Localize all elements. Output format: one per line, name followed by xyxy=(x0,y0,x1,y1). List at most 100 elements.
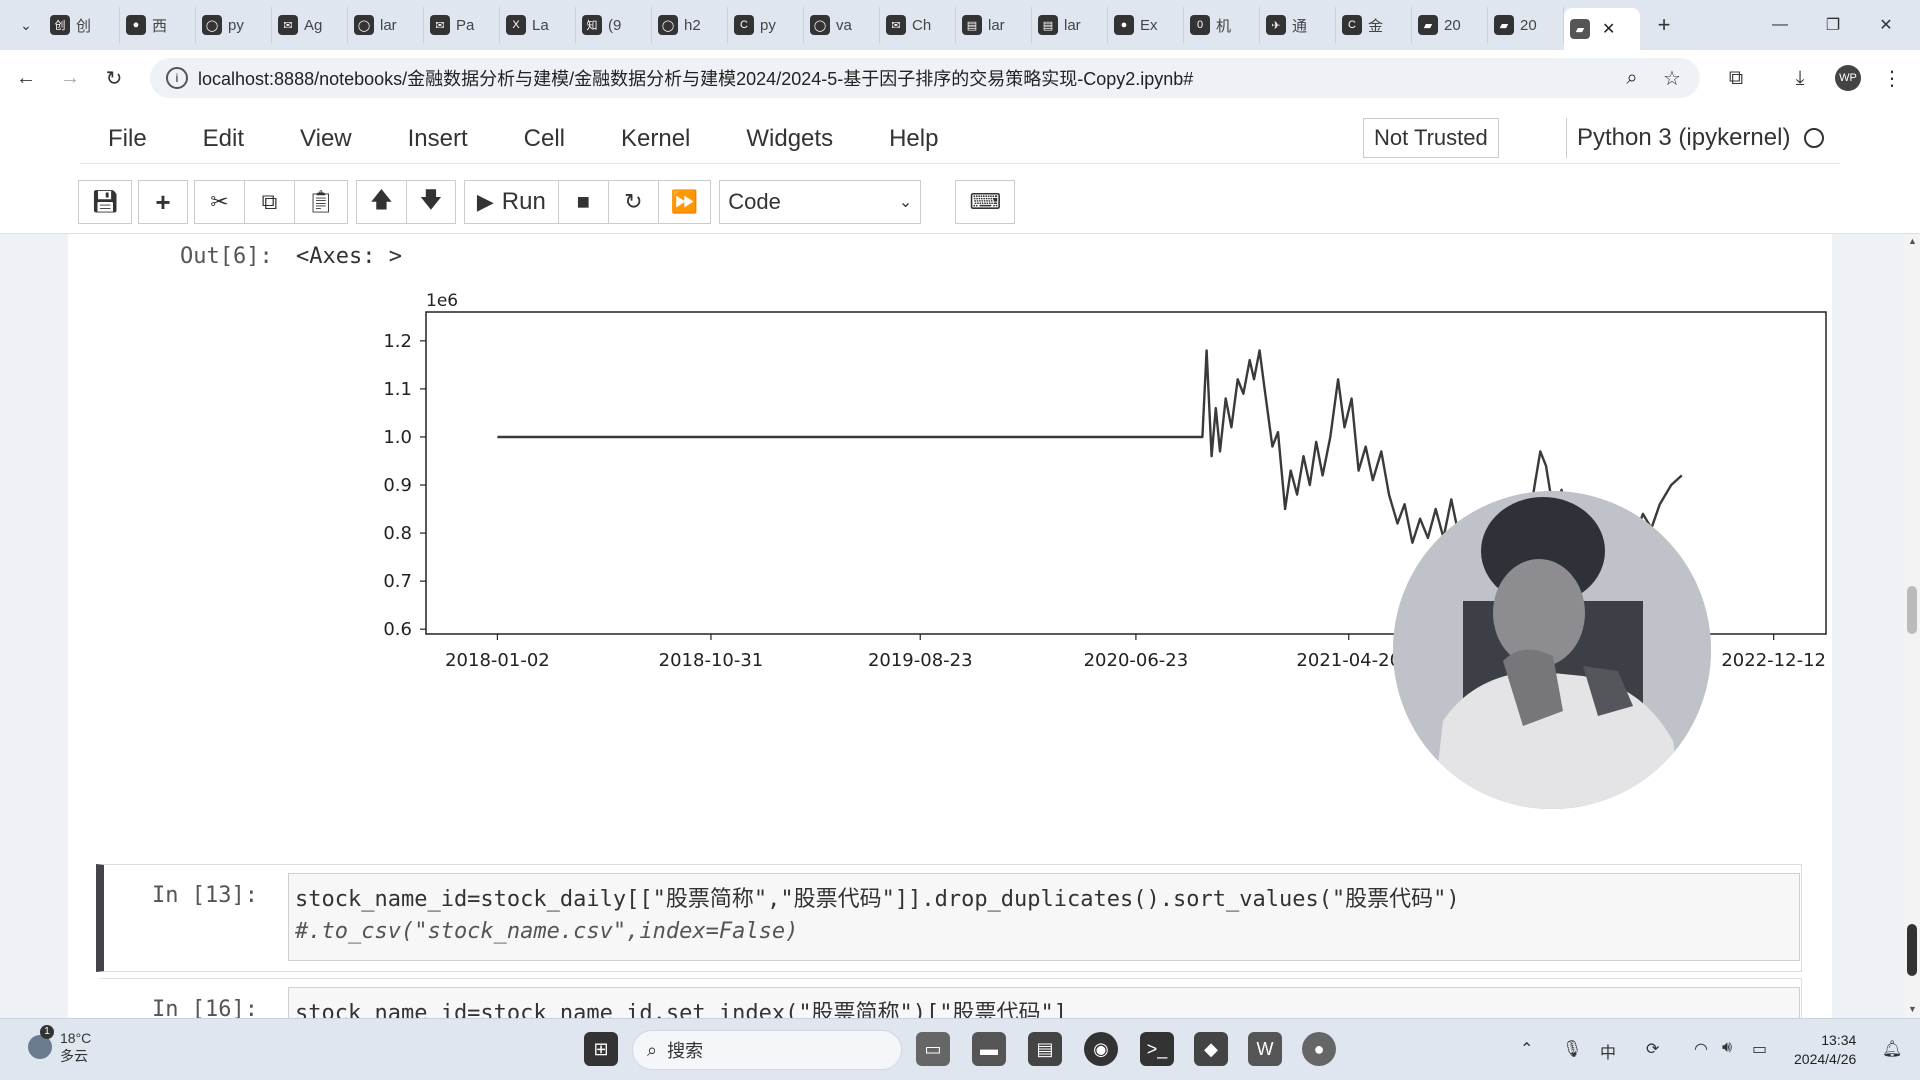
browser-tab[interactable]: ✉ Pa xyxy=(424,7,500,43)
browser-menu-icon[interactable]: ⋮ xyxy=(1874,58,1910,98)
code-editor[interactable]: stock_name_id=stock_daily[["股票简称","股票代码"… xyxy=(288,873,1800,961)
browser-tab[interactable]: ◯ py xyxy=(196,7,272,43)
close-window-icon[interactable]: ✕ xyxy=(1856,0,1916,50)
bookmark-star-icon[interactable]: ☆ xyxy=(1654,58,1690,98)
minimize-window-icon[interactable]: — xyxy=(1750,0,1810,50)
paste-icon[interactable]: 📋︎ xyxy=(293,180,348,224)
browser-tab[interactable]: ● Ex xyxy=(1108,7,1184,43)
cut-icon[interactable]: ✂ xyxy=(193,180,244,224)
tab-favicon-icon: ▰ xyxy=(1418,15,1438,35)
menu-insert[interactable]: Insert xyxy=(408,125,468,153)
browser-tab[interactable]: ▤ lar xyxy=(956,7,1032,43)
file-explorer-icon[interactable]: ▤ xyxy=(1028,1032,1062,1066)
code-cell[interactable]: In [16]: stock_name_id=stock_name_id.set… xyxy=(96,978,1802,1018)
browser-tab[interactable]: ◯ va xyxy=(804,7,880,43)
tab-title: Ex xyxy=(1140,16,1158,34)
menu-view[interactable]: View xyxy=(300,125,352,153)
taskbar-search[interactable]: ⌕ 搜索 xyxy=(632,1030,902,1070)
browser-tab[interactable]: ✈ 通 xyxy=(1260,7,1336,43)
url-text[interactable]: localhost:8888/notebooks/金融数据分析与建模/金融数据分… xyxy=(198,65,1193,91)
microphone-icon[interactable]: 🎙︎ xyxy=(1562,1039,1582,1059)
scrollbar-thumb[interactable] xyxy=(1907,586,1917,634)
wifi-icon[interactable]: ◠ xyxy=(1694,1039,1708,1059)
browser-tab[interactable]: ✉ Ag xyxy=(272,7,348,43)
notification-icon[interactable]: 🔔︎ xyxy=(1882,1039,1902,1059)
chrome-icon[interactable]: ◉ xyxy=(1084,1032,1118,1066)
restart-run-all-icon[interactable]: ⏩ xyxy=(657,180,712,224)
menu-kernel[interactable]: Kernel xyxy=(621,125,690,153)
browser-tab[interactable]: Cpy xyxy=(728,7,804,43)
interrupt-icon[interactable]: ■ xyxy=(557,180,608,224)
browser-tab[interactable]: 0机 xyxy=(1184,7,1260,43)
app-icon[interactable]: ◆ xyxy=(1194,1032,1228,1066)
browser-tab[interactable]: X La xyxy=(500,7,576,43)
page-scrollbar[interactable]: ▲ ▼ xyxy=(1904,234,1920,1018)
edit-group: ✂ ⧉ 📋︎ xyxy=(193,180,348,224)
start-windows-icon[interactable]: ⊞ xyxy=(584,1032,618,1066)
weather-description: 多云 xyxy=(60,1048,88,1064)
forward-arrow-icon[interactable]: → xyxy=(52,60,88,96)
copy-icon[interactable]: ⧉ xyxy=(243,180,294,224)
weather-temperature: 18°C xyxy=(60,1030,92,1046)
menu-help[interactable]: Help xyxy=(889,125,938,153)
secondary-scroll-thumb[interactable] xyxy=(1907,924,1917,976)
cell-type-select[interactable]: Code ⌄ xyxy=(719,180,922,224)
sync-icon[interactable]: ⟳ xyxy=(1646,1039,1659,1059)
save-icon[interactable]: 💾︎ xyxy=(78,180,132,224)
command-palette-keyboard-icon[interactable]: ⌨ xyxy=(955,180,1016,224)
new-tab-button[interactable]: + xyxy=(1646,7,1682,43)
browser-tab[interactable]: ▰ 20 xyxy=(1412,7,1488,43)
back-arrow-icon[interactable]: ← xyxy=(8,60,44,96)
restart-icon[interactable]: ↻ xyxy=(607,180,658,224)
browser-tab[interactable]: 知 (9 xyxy=(576,7,652,43)
insert-cell-icon[interactable]: + xyxy=(137,180,188,224)
browser-tab[interactable]: ◯ h2 xyxy=(652,7,728,43)
menu-widgets[interactable]: Widgets xyxy=(746,125,833,153)
download-icon[interactable]: ⤓ xyxy=(1782,58,1818,98)
browser-tab[interactable]: ▰ 20 xyxy=(1488,7,1564,43)
menu-edit[interactable]: Edit xyxy=(203,125,244,153)
input-method-icon[interactable]: 中 xyxy=(1600,1039,1616,1063)
restore-window-icon[interactable]: ❐ xyxy=(1803,0,1863,50)
task-view-icon[interactable]: ▭ xyxy=(916,1032,950,1066)
y-tick-label: 1.2 xyxy=(383,331,412,352)
battery-icon[interactable]: ▭ xyxy=(1752,1039,1767,1059)
show-hidden-icons-icon[interactable]: ⌃ xyxy=(1520,1039,1533,1059)
site-info-icon[interactable]: i xyxy=(166,67,188,89)
scroll-down-arrow-icon[interactable]: ▼ xyxy=(1908,1004,1917,1014)
zoom-icon[interactable]: ⌕ xyxy=(1614,58,1650,98)
system-clock[interactable]: 13:34 2024/4/26 xyxy=(1794,1031,1856,1069)
tab-title: Ag xyxy=(304,16,323,34)
profile-avatar[interactable]: WP xyxy=(1830,58,1866,98)
weather-widget[interactable]: 1 18°C 多云 xyxy=(28,1025,92,1065)
terminal-icon[interactable]: >_ xyxy=(1140,1032,1174,1066)
scroll-up-arrow-icon[interactable]: ▲ xyxy=(1908,236,1917,246)
tab-search-chevron-icon[interactable]: ⌄ xyxy=(8,7,44,43)
browser-tab[interactable]: ✉ Ch xyxy=(880,7,956,43)
move-up-icon[interactable]: 🡅 xyxy=(355,180,406,224)
tab-title: py xyxy=(228,16,244,34)
recorder-app-icon[interactable]: ● xyxy=(1302,1032,1336,1066)
close-tab-icon[interactable]: ✕ xyxy=(1602,19,1615,39)
address-bar[interactable]: i localhost:8888/notebooks/金融数据分析与建模/金融数… xyxy=(150,58,1700,98)
wps-office-icon[interactable]: W xyxy=(1248,1032,1282,1066)
extensions-icon[interactable]: ⧉ xyxy=(1718,58,1754,98)
menu-file[interactable]: File xyxy=(108,125,147,153)
browser-tab[interactable]: 创创 xyxy=(44,7,120,43)
tab-favicon-icon: ✈ xyxy=(1266,15,1286,35)
volume-icon[interactable]: 🔊︎ xyxy=(1722,1039,1732,1057)
browser-tab[interactable]: ● 西 xyxy=(120,7,196,43)
run-button[interactable]: ▶ Run xyxy=(463,180,558,224)
trust-status-button[interactable]: Not Trusted xyxy=(1363,118,1499,158)
menu-cell[interactable]: Cell xyxy=(524,125,565,153)
desktop-app-icon[interactable]: ▬ xyxy=(972,1032,1006,1066)
tab-active[interactable]: ▰ ✕ xyxy=(1564,8,1640,50)
browser-tab[interactable]: ◯ lar xyxy=(348,7,424,43)
browser-tab[interactable]: C金 xyxy=(1336,7,1412,43)
code-cell[interactable]: In [13]: stock_name_id=stock_daily[["股票简… xyxy=(96,864,1802,972)
move-down-icon[interactable]: 🡇 xyxy=(405,180,456,224)
browser-tab[interactable]: ▤ lar xyxy=(1032,7,1108,43)
kernel-indicator[interactable]: Python 3 (ipykernel) xyxy=(1566,118,1825,158)
code-editor[interactable]: stock_name_id=stock_name_id.set_index("股… xyxy=(288,987,1800,1018)
reload-icon[interactable]: ↻ xyxy=(96,60,132,96)
